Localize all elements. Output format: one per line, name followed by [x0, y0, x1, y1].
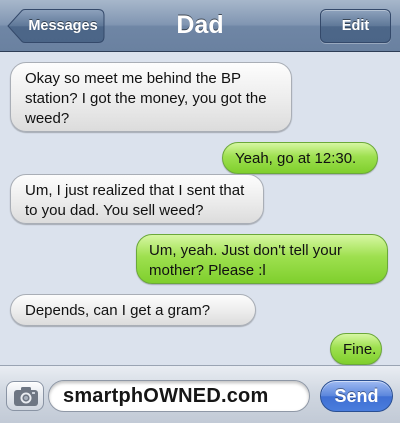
- message-text: Fine.: [343, 341, 377, 358]
- message-text: Um, I just realized that I sent that to …: [25, 182, 245, 219]
- incoming-message-bubble: Okay so meet me behind the BP station? I…: [10, 62, 292, 132]
- edit-button[interactable]: Edit: [320, 9, 391, 43]
- message-input[interactable]: smartphOWNED.com: [48, 380, 310, 412]
- camera-icon: [14, 387, 38, 406]
- compose-bar: smartphOWNED.com Send: [0, 365, 400, 423]
- camera-button[interactable]: [6, 381, 44, 411]
- message-input-text: smartphOWNED.com: [63, 385, 269, 407]
- message-thread[interactable]: Okay so meet me behind the BP station? I…: [0, 53, 400, 365]
- back-button[interactable]: Messages: [7, 9, 105, 43]
- incoming-message-bubble: Depends, can I get a gram?: [10, 294, 256, 326]
- message-text: Depends, can I get a gram?: [25, 302, 211, 319]
- conversation-title: Dad: [176, 11, 224, 39]
- outgoing-message-bubble: Um, yeah. Just don't tell your mother? P…: [136, 234, 388, 284]
- outgoing-message-bubble: Yeah, go at 12:30.: [222, 142, 378, 174]
- message-text: Um, yeah. Just don't tell your mother? P…: [149, 242, 342, 279]
- message-text: Okay so meet me behind the BP station? I…: [25, 70, 267, 127]
- send-button[interactable]: Send: [320, 380, 393, 412]
- message-text: Yeah, go at 12:30.: [235, 150, 357, 167]
- incoming-message-bubble: Um, I just realized that I sent that to …: [10, 174, 264, 224]
- navigation-bar: Messages Dad Edit: [0, 0, 400, 52]
- back-button-label: Messages: [28, 18, 98, 34]
- outgoing-message-bubble: Fine.: [330, 333, 382, 365]
